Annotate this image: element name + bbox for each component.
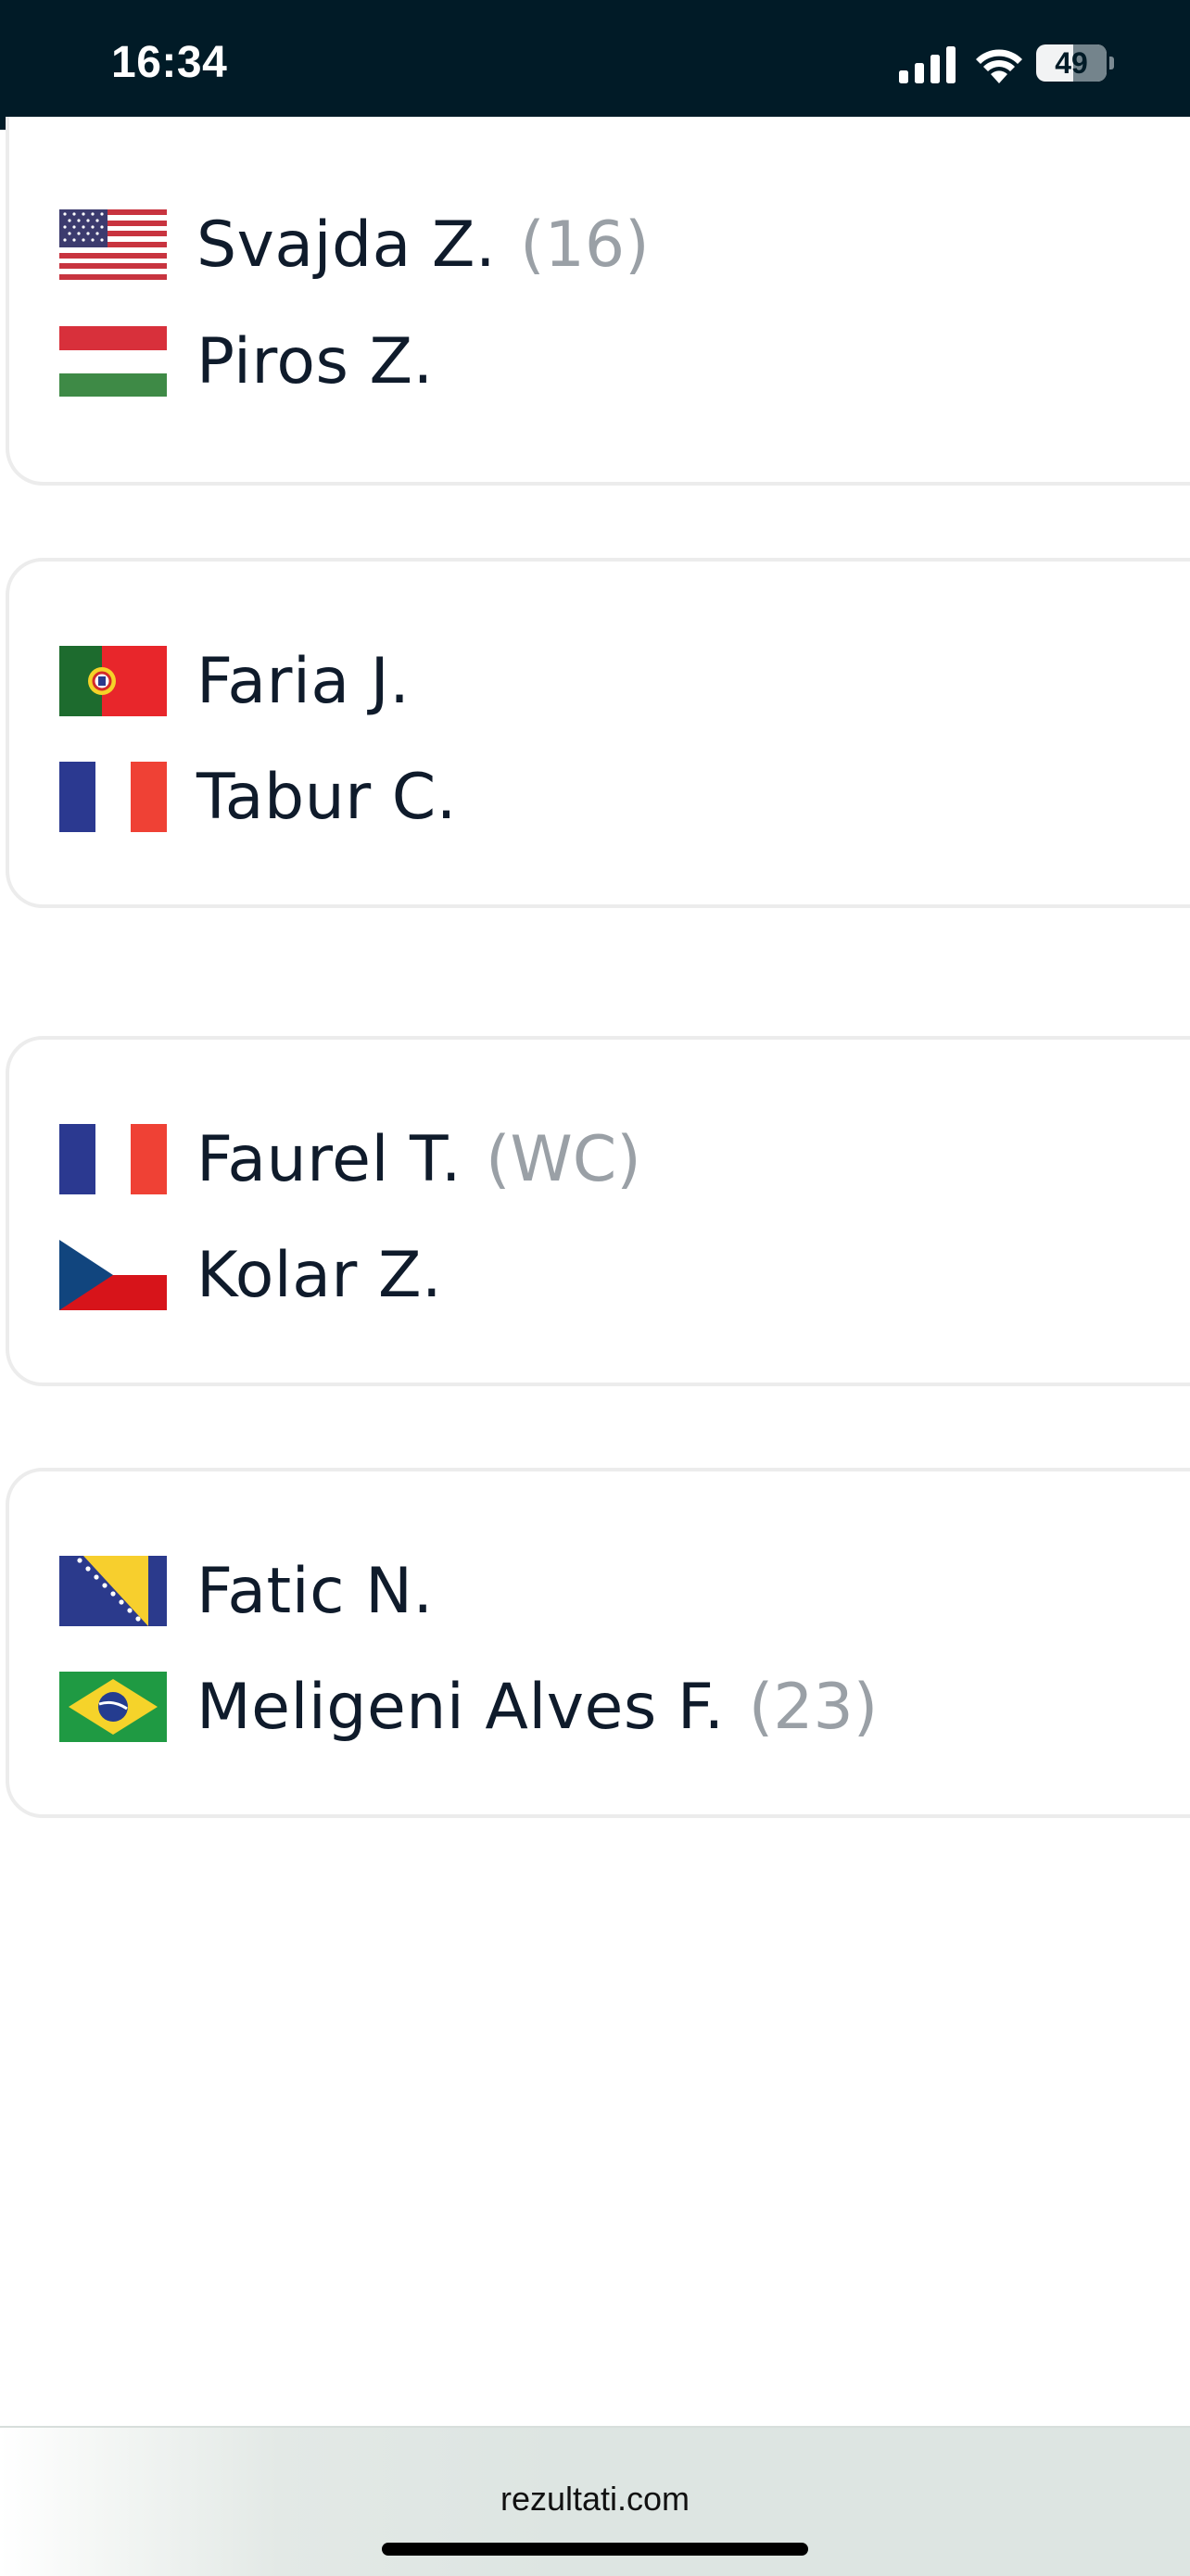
player-row: Piros Z. [59, 324, 458, 398]
player-name: Piros Z. [196, 324, 434, 398]
signal-icon [899, 46, 956, 83]
battery-body: 49 [1036, 44, 1107, 82]
wifi-icon [976, 49, 1022, 83]
match-card[interactable]: Svajda Z. (16) Piros Z. [6, 117, 1190, 486]
match-card[interactable]: Faria J. Tabur C. [6, 558, 1190, 908]
player-row: Svajda Z. (16) [59, 208, 650, 282]
brazil-flag-icon [59, 1672, 167, 1742]
status-time: 16:34 [111, 38, 228, 87]
home-indicator[interactable] [382, 2543, 808, 2556]
player-name: Svajda Z. [196, 208, 497, 282]
france-flag-icon [59, 1124, 167, 1194]
player-name: Faurel T. [196, 1122, 462, 1196]
portugal-flag-icon [59, 646, 167, 716]
battery-level: 49 [1055, 46, 1088, 80]
player-name: Tabur C. [196, 760, 457, 834]
player-row: Faurel T. (WC) [59, 1122, 641, 1196]
usa-flag-icon [59, 209, 167, 280]
url-text[interactable]: rezultati.com [0, 2480, 1190, 2519]
player-seed: (23) [748, 1670, 879, 1744]
bosnia-flag-icon [59, 1556, 167, 1626]
player-row: Fatic N. [59, 1554, 458, 1628]
status-bar: 16:34 49 [0, 0, 1190, 130]
match-card[interactable]: Fatic N. Meligeni Alves F. (23) [6, 1468, 1190, 1818]
browser-address-bar[interactable]: rezultati.com [0, 2426, 1190, 2576]
player-row: Faria J. [59, 644, 434, 718]
player-name: Fatic N. [196, 1554, 434, 1628]
player-name: Kolar Z. [196, 1238, 443, 1312]
france-flag-icon [59, 762, 167, 832]
player-row: Tabur C. [59, 760, 481, 834]
player-seed: (16) [520, 208, 650, 282]
battery-icon: 49 [1036, 44, 1114, 85]
battery-cap [1109, 57, 1114, 69]
player-name: Meligeni Alves F. [196, 1670, 725, 1744]
hungary-flag-icon [59, 326, 167, 397]
match-card[interactable]: Faurel T. (WC) Kolar Z. [6, 1036, 1190, 1386]
player-row: Meligeni Alves F. (23) [59, 1670, 878, 1744]
player-seed: (WC) [486, 1122, 641, 1196]
player-row: Kolar Z. [59, 1238, 466, 1312]
czech-flag-icon [59, 1240, 167, 1310]
player-name: Faria J. [196, 644, 411, 718]
